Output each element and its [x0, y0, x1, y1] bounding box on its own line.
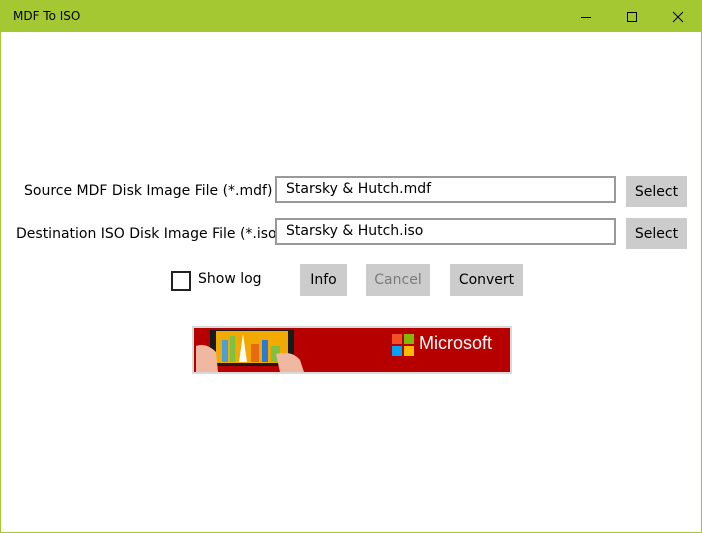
ad-brand-text: Microsoft — [419, 333, 493, 353]
cancel-button[interactable]: Cancel — [366, 264, 430, 296]
close-icon — [672, 11, 684, 22]
source-label: Source MDF Disk Image File (*.mdf) — [24, 183, 273, 199]
microsoft-logo-icon — [392, 334, 414, 356]
destination-label: Destination ISO Disk Image File (*.iso) — [16, 226, 283, 242]
maximize-icon — [627, 11, 637, 22]
ad-banner[interactable]: Microsoft — [192, 326, 512, 374]
minimize-icon — [581, 16, 591, 18]
info-button[interactable]: Info — [300, 264, 347, 296]
source-select-button[interactable]: Select — [626, 176, 687, 207]
source-path-input[interactable]: Starsky & Hutch.mdf — [275, 176, 616, 203]
show-log-label: Show log — [198, 271, 262, 287]
minimize-button[interactable] — [563, 1, 609, 32]
title-bar[interactable]: MDF To ISO — [1, 1, 701, 32]
close-button[interactable] — [655, 1, 701, 32]
destination-select-button[interactable]: Select — [626, 218, 687, 249]
app-window: MDF To ISO Source MDF Disk Image File (*… — [0, 0, 702, 533]
convert-button[interactable]: Convert — [450, 264, 523, 296]
ad-tablet-illustration — [196, 330, 304, 372]
destination-path-input[interactable]: Starsky & Hutch.iso — [275, 218, 616, 245]
show-log-checkbox[interactable] — [171, 271, 191, 291]
maximize-button[interactable] — [609, 1, 655, 32]
window-title: MDF To ISO — [13, 9, 81, 23]
